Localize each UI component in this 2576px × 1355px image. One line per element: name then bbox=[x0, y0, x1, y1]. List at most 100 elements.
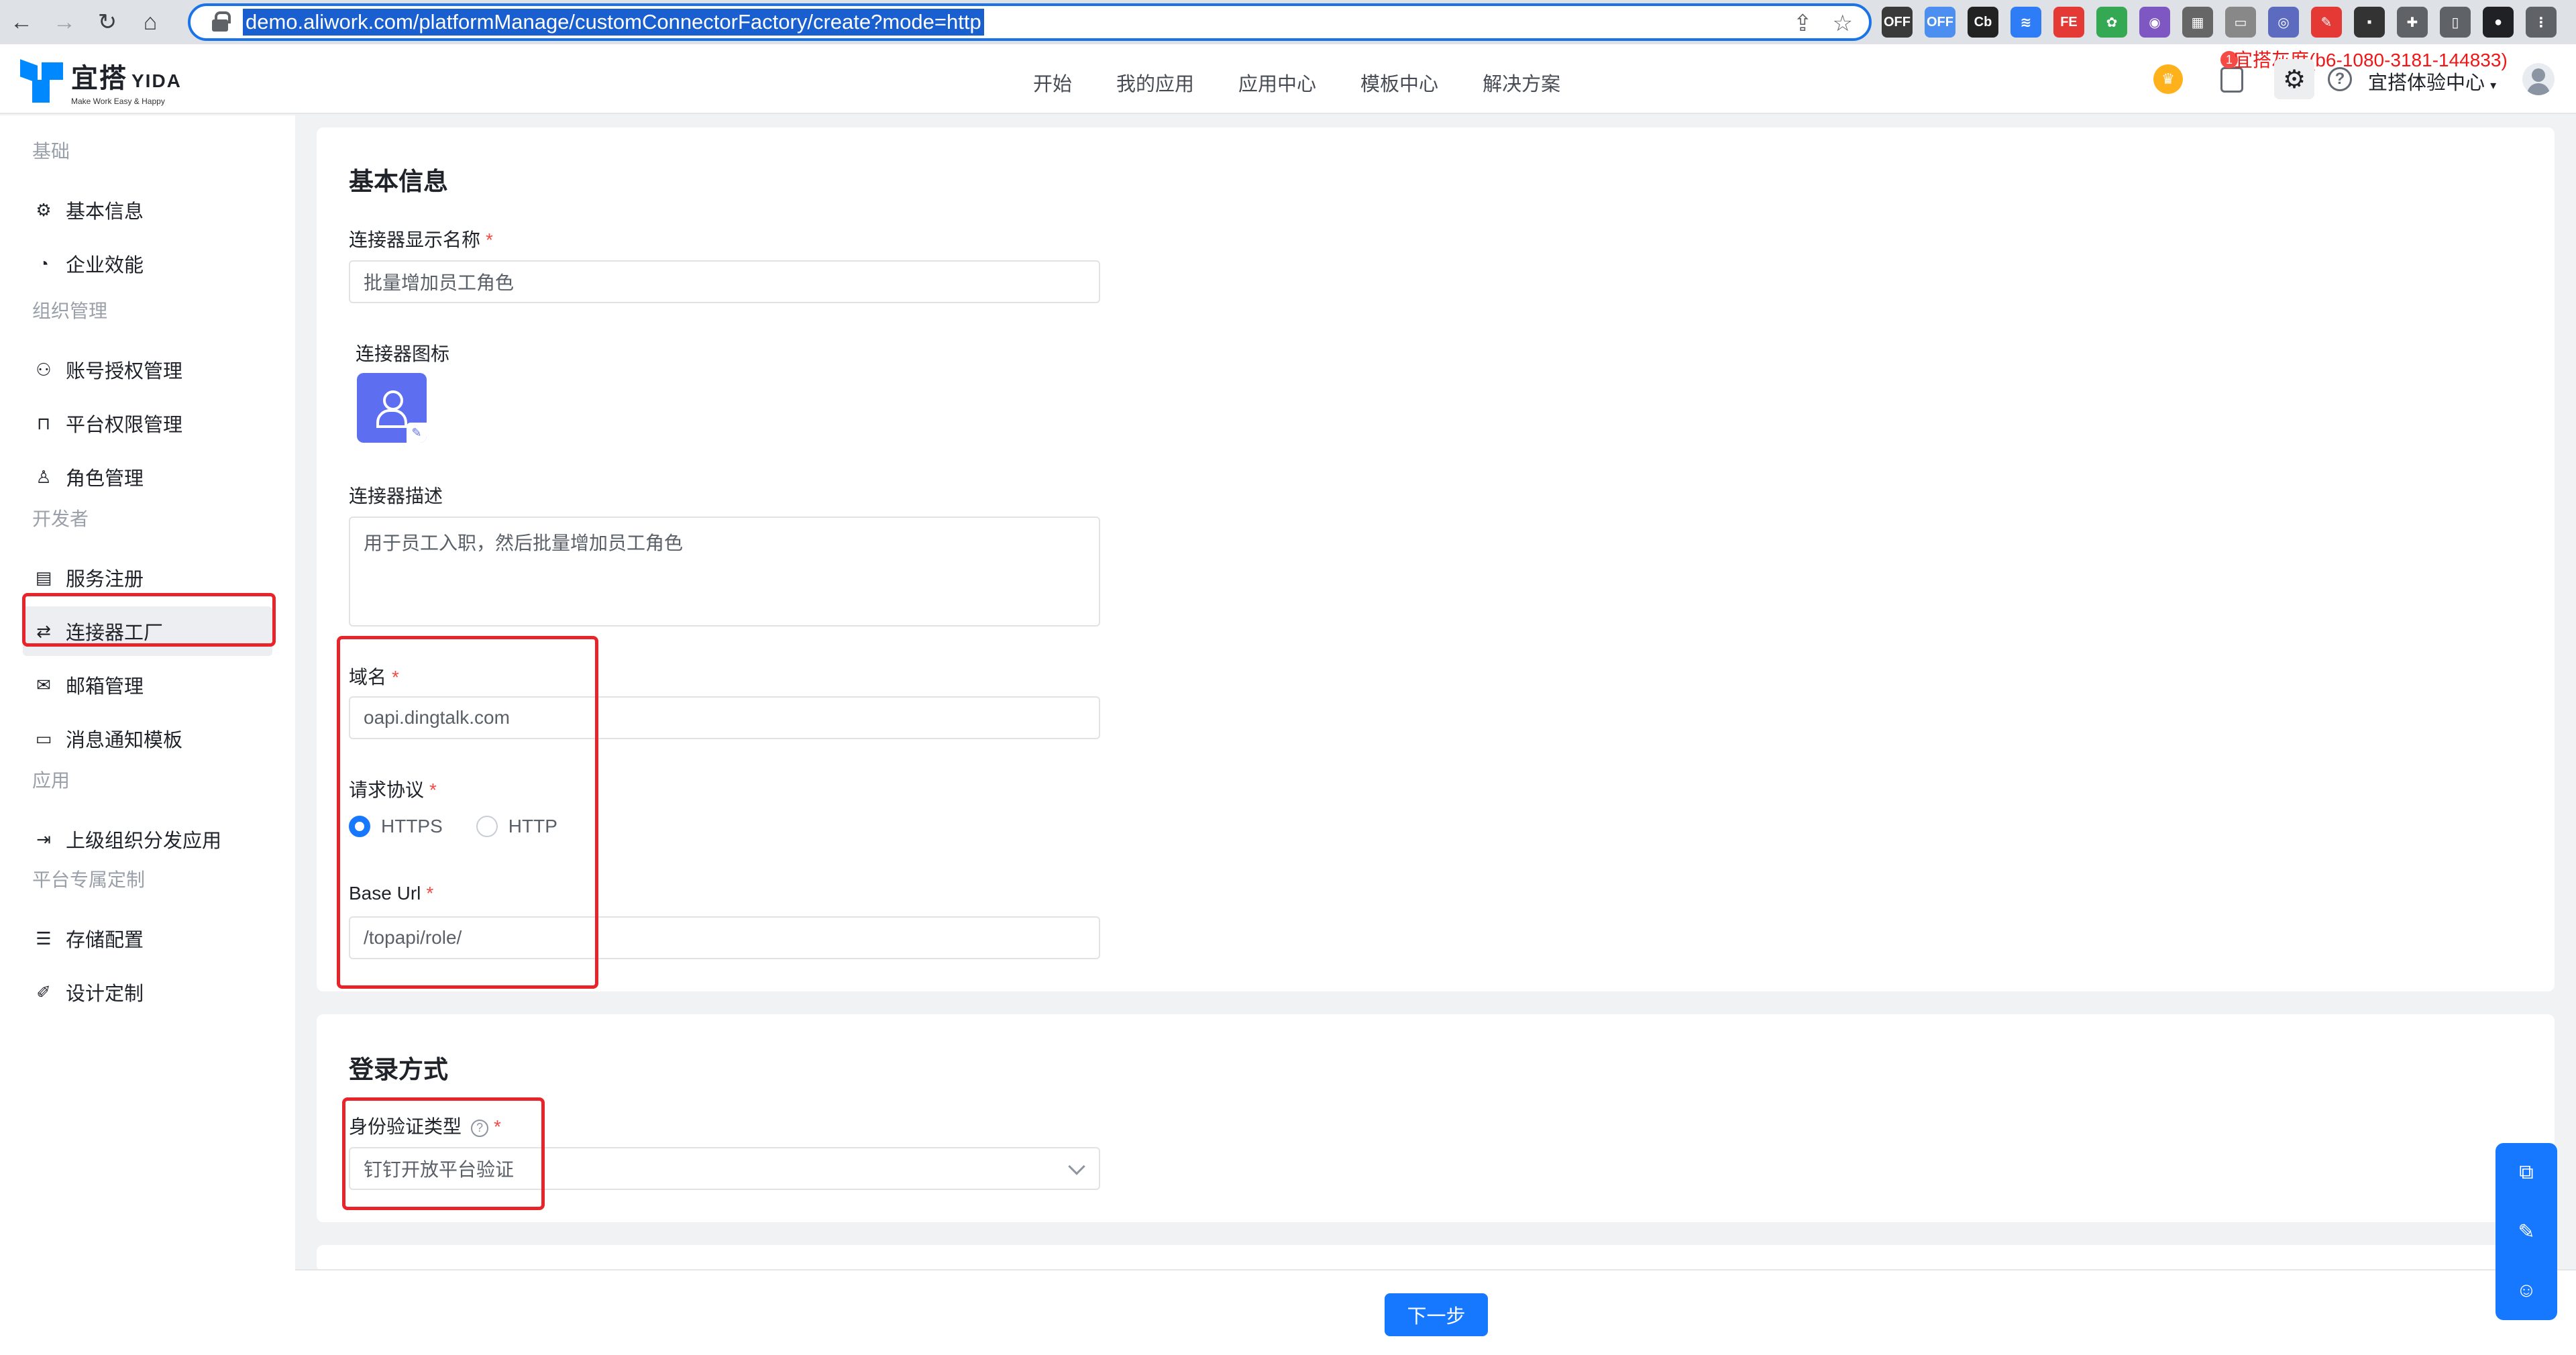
double-chevron-extension-icon[interactable]: ≋ bbox=[2010, 7, 2041, 38]
connector-name-label-text: 连接器显示名称 bbox=[349, 229, 481, 250]
caret-down-icon: ▾ bbox=[2490, 78, 2497, 92]
share-icon[interactable]: ⇪ bbox=[1793, 10, 1813, 37]
card-extension-icon[interactable]: ▭ bbox=[2225, 7, 2256, 38]
https-radio-label[interactable]: HTTPS bbox=[381, 816, 443, 837]
user-role-icon: ♙ bbox=[36, 466, 52, 487]
chrome-color-extension-icon[interactable]: ◉ bbox=[2139, 7, 2170, 38]
browser-toolbar: ← → ↻ ⌂ demo.aliwork.com/platformManage/… bbox=[0, 0, 2576, 44]
sidebar-item[interactable]: ◔ 企业效能 bbox=[23, 239, 272, 288]
connector-name-label: 连接器显示名称 * bbox=[349, 225, 493, 252]
top-nav-item[interactable]: 应用中心 bbox=[1238, 68, 1316, 97]
mail-icon: ✉ bbox=[36, 674, 51, 695]
sidebar-item-label: 设计定制 bbox=[66, 983, 144, 1005]
next-step-button[interactable]: 下一步 bbox=[1385, 1293, 1488, 1336]
sidebar-item-label: 角色管理 bbox=[66, 468, 144, 490]
required-mark: * bbox=[429, 779, 437, 800]
dark-extension-icon[interactable]: ▪ bbox=[2354, 7, 2385, 38]
lock-icon[interactable] bbox=[211, 11, 231, 33]
sidebar-item-label: 平台权限管理 bbox=[66, 415, 183, 436]
sidebar-item[interactable]: ☰ 存储配置 bbox=[23, 914, 272, 963]
edit-icon[interactable]: ✎ bbox=[407, 423, 427, 443]
yida-logo-mark-icon bbox=[20, 59, 63, 103]
basic-info-title: 基本信息 bbox=[349, 168, 448, 195]
sidebar-item-label: 连接器工厂 bbox=[66, 622, 164, 644]
user-avatar[interactable] bbox=[2522, 63, 2555, 95]
profile-extension-icon[interactable]: ● bbox=[2483, 7, 2514, 38]
off-extension-1-icon[interactable]: OFF bbox=[1882, 7, 1913, 38]
settings-gear-icon[interactable]: ⚙ bbox=[2274, 59, 2314, 99]
user-avatar-icon bbox=[376, 390, 407, 428]
sidebar-item[interactable]: ⇥ 上级组织分发应用 bbox=[23, 814, 272, 864]
http-radio[interactable] bbox=[476, 816, 498, 837]
code-icon[interactable]: ⧉ bbox=[2512, 1158, 2541, 1187]
sidebar-item[interactable]: ▭ 消息通知模板 bbox=[23, 714, 272, 763]
sidebar-group-label: 应用 bbox=[32, 770, 70, 791]
bookmark-star-icon[interactable]: ☆ bbox=[1833, 10, 1853, 37]
logo-subtitle: Make Work Easy & Happy bbox=[71, 97, 165, 106]
connector-icon-label: 连接器图标 bbox=[356, 343, 450, 364]
sidebar-item[interactable]: ▤ 服务注册 bbox=[23, 553, 272, 602]
sidebar-item[interactable]: ✐ 设计定制 bbox=[23, 967, 272, 1017]
top-nav-item[interactable]: 解决方案 bbox=[1483, 68, 1560, 97]
sidebar-item-label: 账号授权管理 bbox=[66, 361, 183, 382]
top-nav-item[interactable]: 模板中心 bbox=[1360, 68, 1438, 97]
contact-support-icon[interactable]: ☺ bbox=[2512, 1276, 2541, 1305]
next-section-card bbox=[317, 1245, 2555, 1272]
cb-extension-icon[interactable]: Cb bbox=[1968, 7, 1998, 38]
pen-extension-icon[interactable]: ✎ bbox=[2311, 7, 2342, 38]
sidebar-group-label: 平台专属定制 bbox=[32, 869, 146, 890]
gear-icon: ⚙ bbox=[36, 199, 52, 220]
sidebar-item[interactable]: ⚇ 账号授权管理 bbox=[23, 345, 272, 394]
required-mark: * bbox=[426, 883, 434, 904]
auth-type-select[interactable]: 钉钉开放平台验证 bbox=[349, 1147, 1100, 1190]
sidepanel-extension-icon[interactable]: ▯ bbox=[2440, 7, 2471, 38]
edit-note-icon[interactable]: ✎ bbox=[2512, 1217, 2541, 1246]
puzzle-extension-icon[interactable]: ✚ bbox=[2397, 7, 2428, 38]
sidebar-item[interactable]: ✉ 邮箱管理 bbox=[23, 660, 272, 710]
top-nav: 开始 我的应用 应用中心 模板中心 解决方案 bbox=[1033, 68, 1560, 97]
back-icon[interactable]: ← bbox=[0, 0, 43, 44]
auth-type-label-text: 身份验证类型 bbox=[349, 1116, 462, 1137]
sidebar-item[interactable]: ♙ 角色管理 bbox=[23, 452, 272, 502]
url-text[interactable]: demo.aliwork.com/platformManage/customCo… bbox=[243, 9, 984, 36]
top-nav-item[interactable]: 我的应用 bbox=[1116, 68, 1194, 97]
sidebar-item[interactable]: ⚙ 基本信息 bbox=[23, 185, 272, 235]
message-icon: ▭ bbox=[35, 728, 52, 749]
page-scrollbar[interactable] bbox=[2567, 115, 2576, 1256]
org-switcher[interactable]: 宜搭体验中心 ▾ bbox=[2368, 67, 2496, 95]
circle-extension-icon[interactable]: ◎ bbox=[2268, 7, 2299, 38]
domain-input[interactable]: oapi.dingtalk.com bbox=[349, 696, 1100, 739]
green-gear-extension-icon[interactable]: ✿ bbox=[2096, 7, 2127, 38]
http-radio-label[interactable]: HTTP bbox=[508, 816, 557, 837]
fe-extension-icon[interactable]: FE bbox=[2053, 7, 2084, 38]
extensions-bar: OFF OFF Cb ≋ FE ✿ ◉ ▦ ▭ ◎ ✎ ▪ ✚ ▯ ● ⋮ bbox=[1882, 7, 2557, 38]
top-nav-item[interactable]: 开始 bbox=[1033, 68, 1072, 97]
pie-chart-icon: ◔ bbox=[38, 253, 49, 274]
help-icon[interactable]: ? bbox=[2328, 67, 2352, 91]
forward-icon[interactable]: → bbox=[43, 0, 86, 44]
off-extension-2-icon[interactable]: OFF bbox=[1925, 7, 1955, 38]
login-icon: ⇥ bbox=[36, 828, 51, 849]
yida-logo[interactable]: 宜搭 YIDA Make Work Easy & Happy bbox=[20, 56, 182, 106]
connector-desc-textarea[interactable]: 用于员工入职，然后批量增加员工角色 bbox=[349, 517, 1100, 627]
protocol-label-text: 请求协议 bbox=[349, 779, 425, 800]
sidebar-group-label: 组织管理 bbox=[32, 301, 108, 321]
sidebar-item[interactable]: ⊓ 平台权限管理 bbox=[23, 398, 272, 448]
qr-extension-icon[interactable]: ▦ bbox=[2182, 7, 2213, 38]
menu-extension-icon[interactable]: ⋮ bbox=[2526, 7, 2557, 38]
users-icon: ⚇ bbox=[36, 359, 52, 380]
document-icon: ▤ bbox=[35, 567, 52, 588]
crown-icon[interactable]: ♛ bbox=[2153, 64, 2183, 94]
sidebar-item[interactable]: ⇄ 连接器工厂 bbox=[23, 606, 272, 656]
connector-name-input[interactable]: 批量增加员工角色 bbox=[349, 260, 1100, 303]
baseurl-input[interactable]: /topapi/role/ bbox=[349, 916, 1100, 959]
basic-info-card: 基本信息 连接器显示名称 * 批量增加员工角色 连接器图标 ✎ 连接器描述 用于员… bbox=[317, 127, 2555, 991]
logo-title: 宜搭 bbox=[71, 64, 127, 93]
home-icon[interactable]: ⌂ bbox=[129, 0, 172, 44]
reload-icon[interactable]: ↻ bbox=[86, 0, 129, 44]
login-method-card: 登录方式 身份验证类型? * 钉钉开放平台验证 bbox=[317, 1014, 2555, 1222]
help-circle-icon[interactable]: ? bbox=[471, 1119, 489, 1137]
connector-icon-upload[interactable]: ✎ bbox=[357, 373, 427, 443]
https-radio[interactable] bbox=[349, 816, 370, 837]
address-bar[interactable]: demo.aliwork.com/platformManage/customCo… bbox=[188, 3, 1872, 41]
